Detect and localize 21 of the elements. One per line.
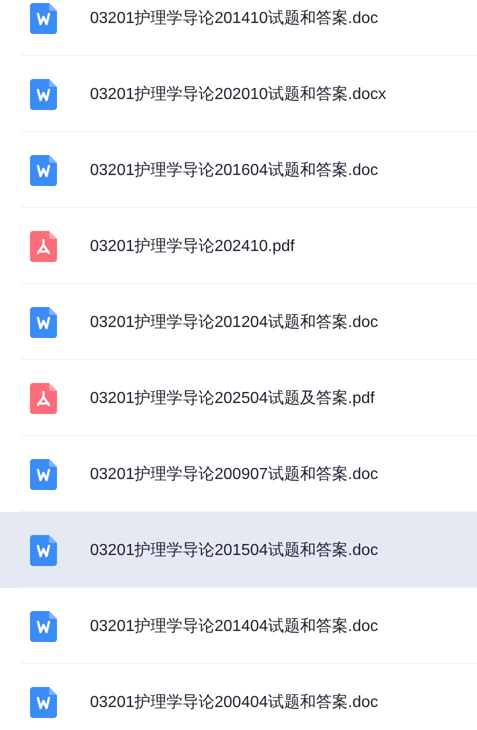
word-file-icon — [30, 458, 57, 490]
file-name: 03201护理学导论201410试题和答案.doc — [90, 8, 378, 28]
file-name: 03201护理学导论201604试题和答案.doc — [90, 160, 378, 180]
file-name: 03201护理学导论200907试题和答案.doc — [90, 464, 378, 484]
word-file-icon — [30, 534, 57, 566]
word-file-icon — [30, 154, 57, 186]
word-file-icon — [30, 2, 57, 34]
file-name: 03201护理学导论201204试题和答案.doc — [90, 312, 378, 332]
word-file-icon — [30, 610, 57, 642]
pdf-file-icon — [30, 230, 57, 262]
file-row[interactable]: 03201护理学导论201504试题和答案.doc — [0, 512, 477, 588]
file-name: 03201护理学导论201404试题和答案.doc — [90, 616, 378, 636]
word-file-icon — [30, 306, 57, 338]
file-name: 03201护理学导论202010试题和答案.docx — [90, 84, 386, 104]
word-file-icon — [30, 686, 57, 718]
file-name: 03201护理学导论202504试题及答案.pdf — [90, 388, 375, 408]
file-name: 03201护理学导论201504试题和答案.doc — [90, 540, 378, 560]
pdf-file-icon — [30, 382, 57, 414]
file-name: 03201护理学导论200404试题和答案.doc — [90, 692, 378, 712]
word-file-icon — [30, 78, 57, 110]
file-name: 03201护理学导论202410.pdf — [90, 236, 295, 256]
